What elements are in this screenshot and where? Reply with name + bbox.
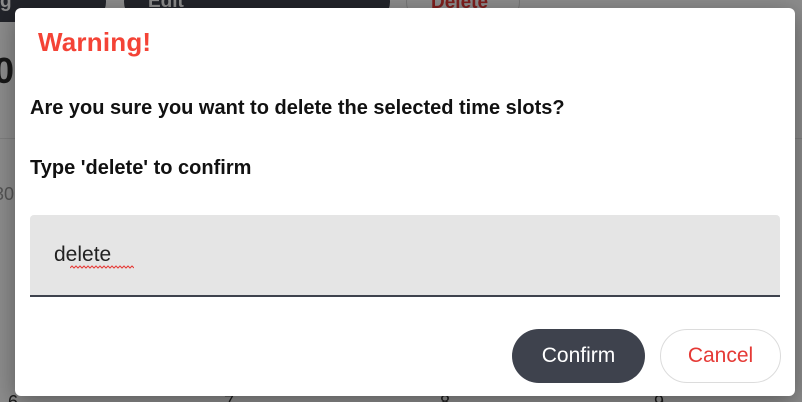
confirm-text-field (30, 215, 780, 297)
dialog-title: Warning! (38, 27, 152, 57)
confirm-input[interactable] (30, 215, 780, 295)
delete-confirmation-dialog: Warning! Are you sure you want to delete… (15, 8, 795, 396)
dialog-prompt: Type 'delete' to confirm (30, 157, 252, 179)
confirm-button[interactable]: Confirm (512, 329, 645, 383)
spellcheck-underline (70, 265, 134, 269)
dialog-message: Are you sure you want to delete the sele… (30, 97, 565, 119)
cancel-button[interactable]: Cancel (660, 329, 781, 383)
